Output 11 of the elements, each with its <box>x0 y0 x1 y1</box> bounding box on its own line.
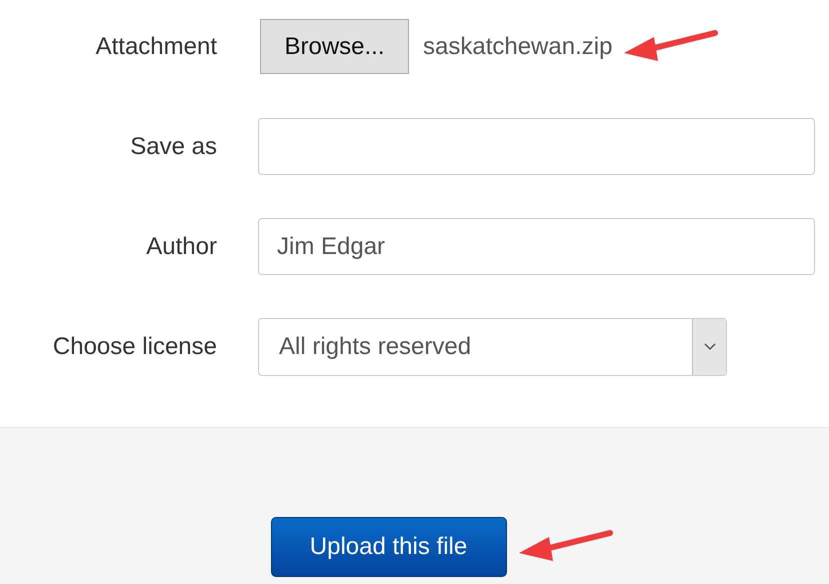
field-label: Author <box>146 232 217 260</box>
chevron-down-icon <box>704 343 716 351</box>
text-field[interactable] <box>258 118 815 175</box>
license-dropdown[interactable]: All rights reserved <box>258 318 727 376</box>
field-label: Choose license <box>52 333 217 361</box>
browse-button[interactable]: Browse... <box>260 19 409 74</box>
file-name: saskatchewan.zip <box>423 32 612 60</box>
upload-button[interactable]: Upload this file <box>270 517 506 577</box>
field-label: Attachment <box>96 32 217 60</box>
field-label: Save as <box>130 132 217 160</box>
text-field[interactable]: Jim Edgar <box>258 218 815 275</box>
